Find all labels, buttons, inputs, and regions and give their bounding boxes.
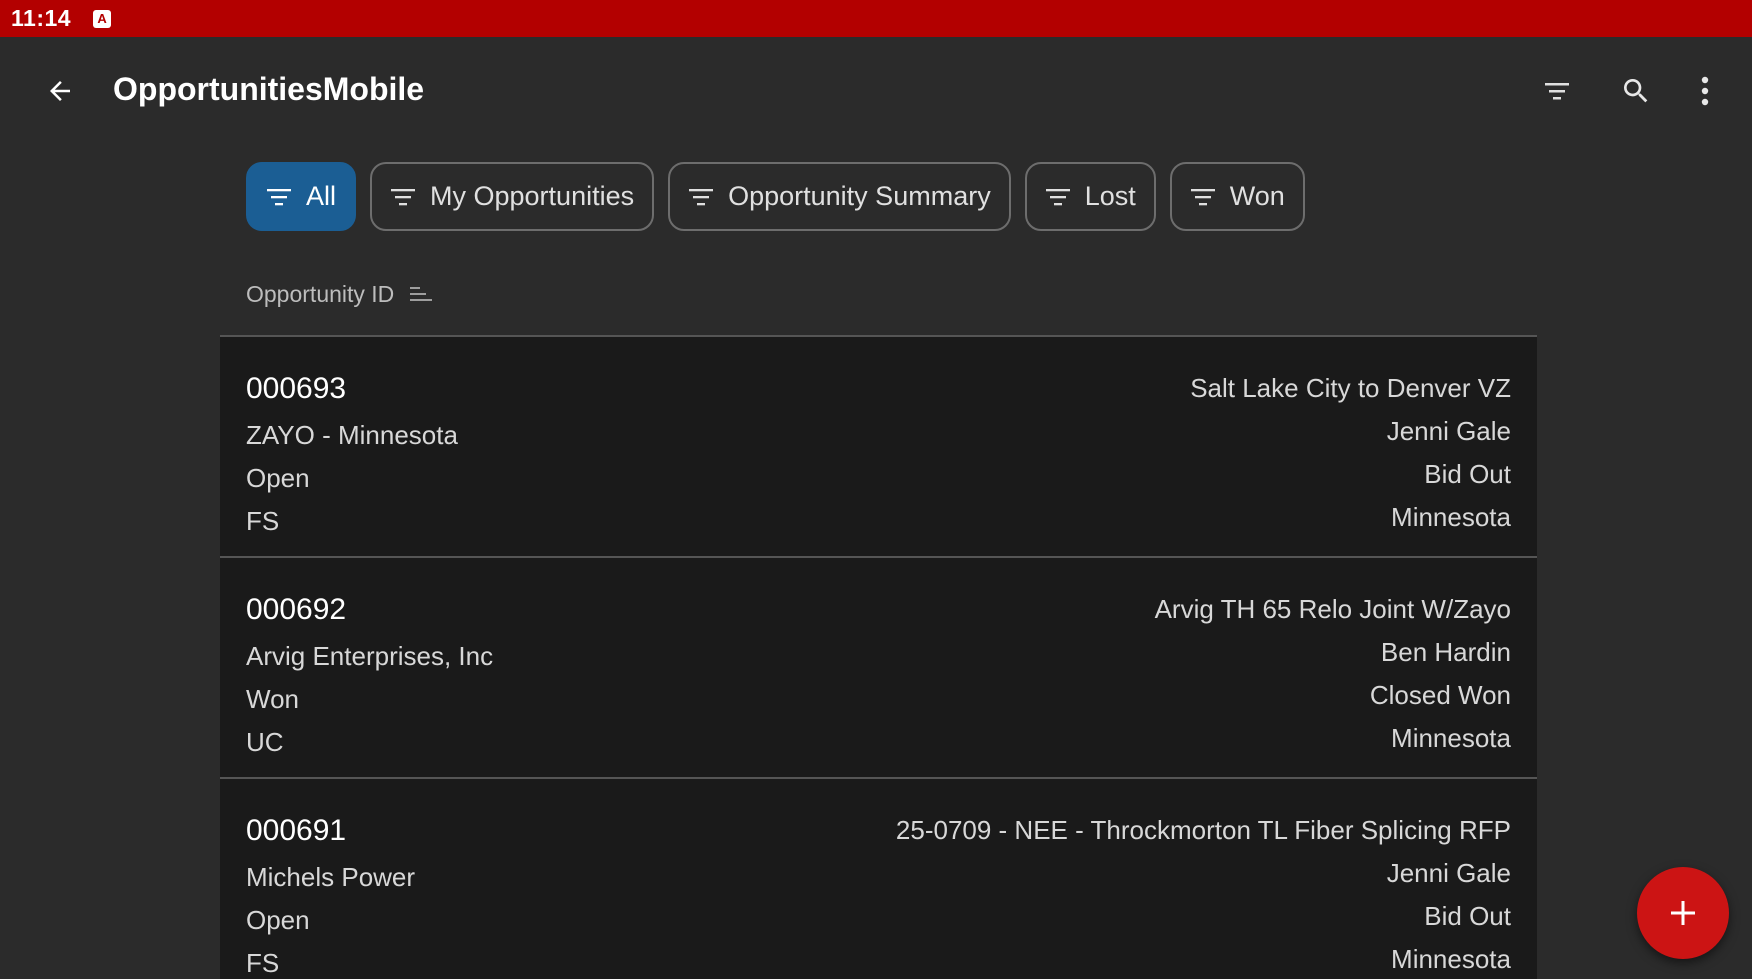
type: UC [246,727,284,757]
region: Minnesota [1391,723,1511,753]
status-time: 11:14 [11,5,72,31]
back-button[interactable] [36,67,84,115]
record-left-column: 000691 Michels Power Open FS [246,809,415,979]
status: Open [246,463,310,493]
opportunity-id: 000692 [246,593,347,626]
stage: Bid Out [1424,459,1511,489]
sort-icon [408,285,433,305]
region: Minnesota [1391,502,1511,532]
chip-won[interactable]: Won [1169,162,1305,231]
record-right-column: Salt Lake City to Denver VZ Jenni Gale B… [1190,367,1511,539]
filter-icon [1545,83,1569,100]
chip-label: Opportunity Summary [728,181,991,211]
filter-icon [266,187,292,207]
list-item[interactable]: 000693 ZAYO - Minnesota Open FS Salt Lak… [220,337,1537,558]
sort-label: Opportunity ID [246,281,395,307]
chip-lost[interactable]: Lost [1024,162,1156,231]
stage: Bid Out [1424,901,1511,931]
record-right-column: 25-0709 - NEE - Throckmorton TL Fiber Sp… [896,809,1511,979]
add-opportunity-button[interactable] [1637,867,1729,959]
owner: Ben Hardin [1380,637,1511,667]
record-right-column: Arvig TH 65 Relo Joint W/Zayo Ben Hardin… [1155,588,1511,760]
opportunity-name: Salt Lake City to Denver VZ [1190,373,1511,403]
record-left-column: 000693 ZAYO - Minnesota Open FS [246,367,458,543]
sort-header[interactable]: Opportunity ID [246,281,433,308]
owner: Jenni Gale [1386,858,1511,888]
chip-all[interactable]: All [246,162,357,231]
search-icon [1624,79,1648,103]
chip-label: Lost [1084,181,1136,211]
app-bar: OpportunitiesMobile [0,37,1752,145]
plus-icon [1671,901,1695,925]
filter-button[interactable] [1533,67,1581,115]
region: Minnesota [1391,944,1511,974]
type: FS [246,948,280,978]
chip-my-opportunities[interactable]: My Opportunities [370,162,655,231]
status: Open [246,905,310,935]
more-options-button[interactable] [1681,67,1729,115]
opportunity-list: 000693 ZAYO - Minnesota Open FS Salt Lak… [220,335,1537,979]
status: Won [246,684,299,714]
filter-icon [390,187,416,207]
status-bar: 11:14 A [0,0,1752,37]
account-name: Arvig Enterprises, Inc [246,641,494,671]
filter-icon [1045,187,1071,207]
notification-app-icon: A [93,9,112,28]
opportunity-id: 000691 [246,814,347,847]
opportunity-id: 000693 [246,372,347,405]
list-item[interactable]: 000691 Michels Power Open FS 25-0709 - N… [220,779,1537,979]
chip-label: My Opportunities [430,181,635,211]
search-button[interactable] [1612,67,1660,115]
chip-opportunity-summary[interactable]: Opportunity Summary [668,162,1011,231]
filter-icon [688,187,714,207]
account-name: ZAYO - Minnesota [246,420,458,450]
more-vertical-icon [1701,76,1709,106]
owner: Jenni Gale [1386,416,1511,446]
filter-icon [1190,187,1216,207]
list-item[interactable]: 000692 Arvig Enterprises, Inc Won UC Arv… [220,558,1537,779]
chip-label: Won [1229,181,1285,211]
account-name: Michels Power [246,862,416,892]
record-left-column: 000692 Arvig Enterprises, Inc Won UC [246,588,493,764]
filter-chip-row: All My Opportunities Opportunity Summary [246,162,1305,231]
chip-label: All [306,181,337,211]
opportunity-name: Arvig TH 65 Relo Joint W/Zayo [1154,594,1511,624]
stage: Closed Won [1369,680,1511,710]
back-arrow-icon [50,81,70,101]
type: FS [246,506,280,536]
page-title: OpportunitiesMobile [113,71,425,107]
opportunity-name: 25-0709 - NEE - Throckmorton TL Fiber Sp… [895,815,1511,845]
